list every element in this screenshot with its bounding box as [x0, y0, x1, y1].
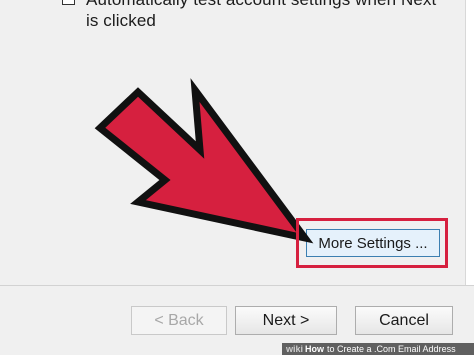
footer-banner: wiki How to Create a .Com Email Address [282, 343, 474, 355]
site-logo: wiki [286, 344, 304, 354]
dialog-window: Automatically test account settings when… [0, 0, 474, 355]
back-button[interactable]: < Back [131, 306, 227, 335]
footer-title: to Create a .Com Email Address [327, 344, 456, 354]
pointer-arrow-icon [94, 78, 314, 244]
next-button[interactable]: Next > [235, 306, 337, 335]
test-settings-label: Automatically test account settings when… [86, 0, 436, 30]
arrow-shape [94, 78, 314, 244]
highlight-box [296, 218, 448, 268]
test-settings-checkbox[interactable] [62, 0, 75, 5]
footer-how: How [305, 344, 325, 354]
cancel-button[interactable]: Cancel [355, 306, 453, 335]
window-edge [465, 0, 474, 285]
button-bar-divider [0, 285, 474, 286]
